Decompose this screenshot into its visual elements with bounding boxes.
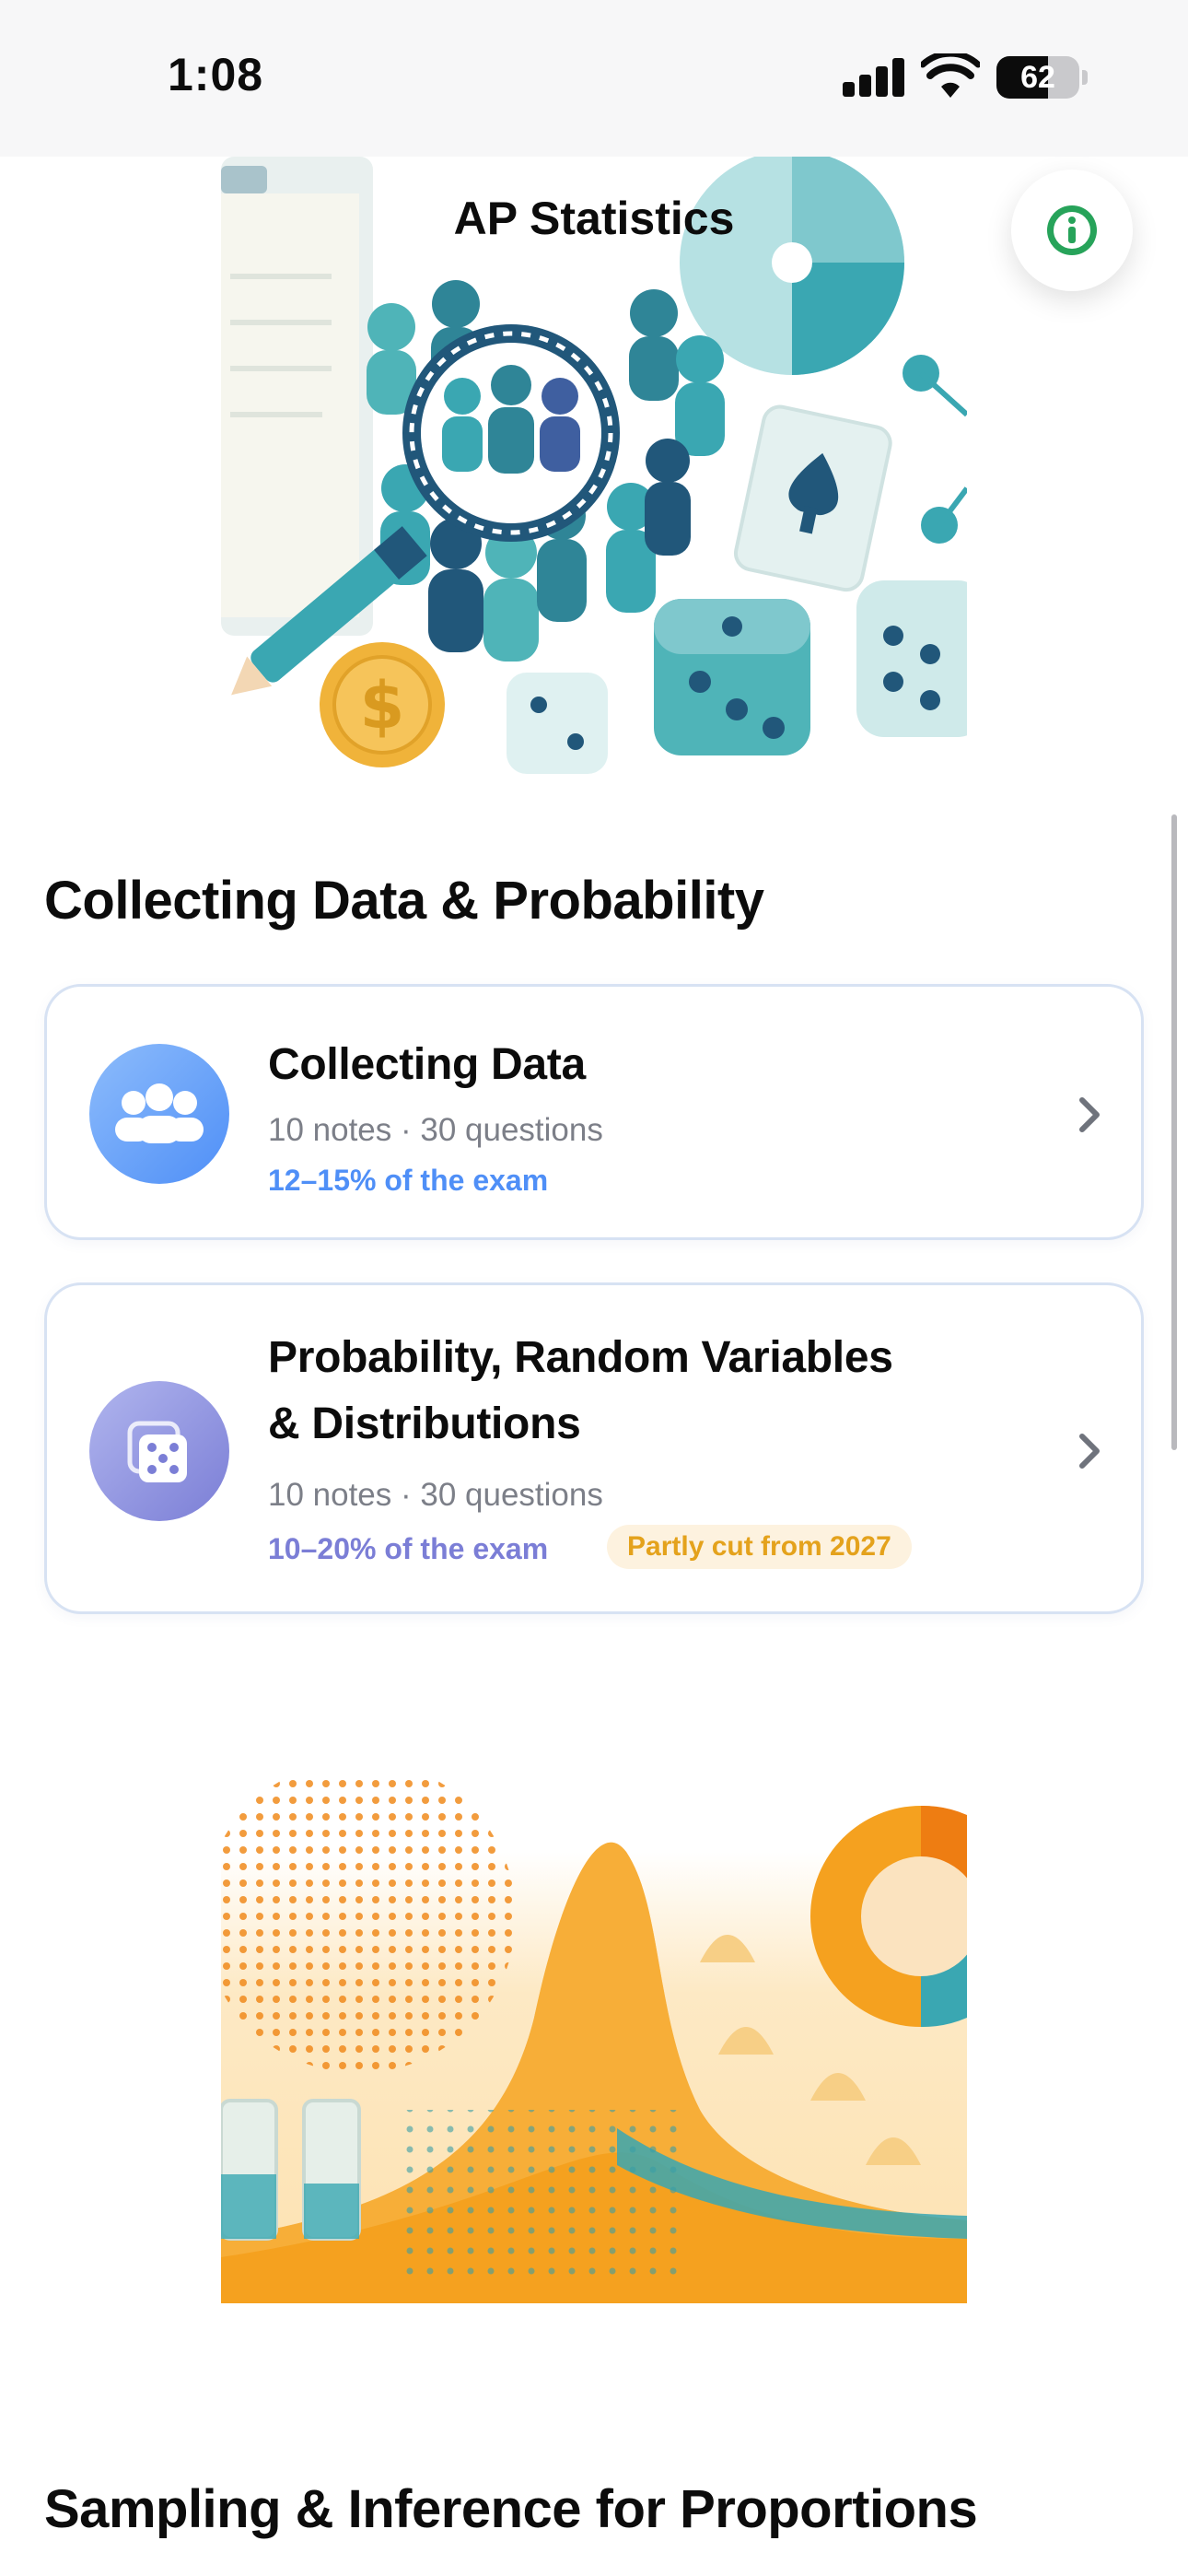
scrollbar[interactable]: [1171, 814, 1177, 1450]
wifi-icon: [921, 53, 980, 98]
unit-title: Collecting Data: [268, 1040, 586, 1089]
battery-tip: [1082, 70, 1088, 85]
info-button[interactable]: [1011, 170, 1133, 291]
status-badge: Partly cut from 2027: [607, 1525, 912, 1569]
exam-weight: 12–15% of the exam: [268, 1164, 549, 1197]
unit-meta: 10 notes · 30 questions: [268, 1477, 603, 1513]
group-people-icon: [89, 1044, 229, 1184]
exam-weight: 10–20% of the exam: [268, 1532, 549, 1565]
dice-icon: [89, 1381, 229, 1521]
unit-meta: 10 notes · 30 questions: [268, 1112, 603, 1148]
unit-card-probability[interactable]: Probability, Random Variables & Distribu…: [44, 1282, 1144, 1614]
section-title-sampling-inference: Sampling & Inference for Proportions: [44, 2479, 978, 2539]
unit-card-collecting-data[interactable]: Collecting Data 10 notes · 30 questions …: [44, 984, 1144, 1240]
cellular-signal-icon: [843, 58, 905, 97]
unit-title-line2: & Distributions: [268, 1399, 581, 1448]
svg-text:$: $: [360, 668, 405, 744]
battery-icon: 62: [996, 56, 1079, 99]
section-title-collecting-data-probability: Collecting Data & Probability: [44, 871, 764, 931]
info-circle-icon: [1047, 205, 1097, 255]
page-title: AP Statistics: [453, 193, 735, 244]
chevron-right-icon: [1079, 1097, 1100, 1132]
battery-level: 62: [1020, 60, 1055, 95]
chevron-right-icon: [1079, 1434, 1100, 1469]
status-time: 1:08: [168, 49, 264, 100]
sampling-illustration: [221, 1778, 967, 2303]
unit-title-line1: Probability, Random Variables: [268, 1333, 893, 1382]
status-bar: 1:08 62: [0, 0, 1188, 157]
